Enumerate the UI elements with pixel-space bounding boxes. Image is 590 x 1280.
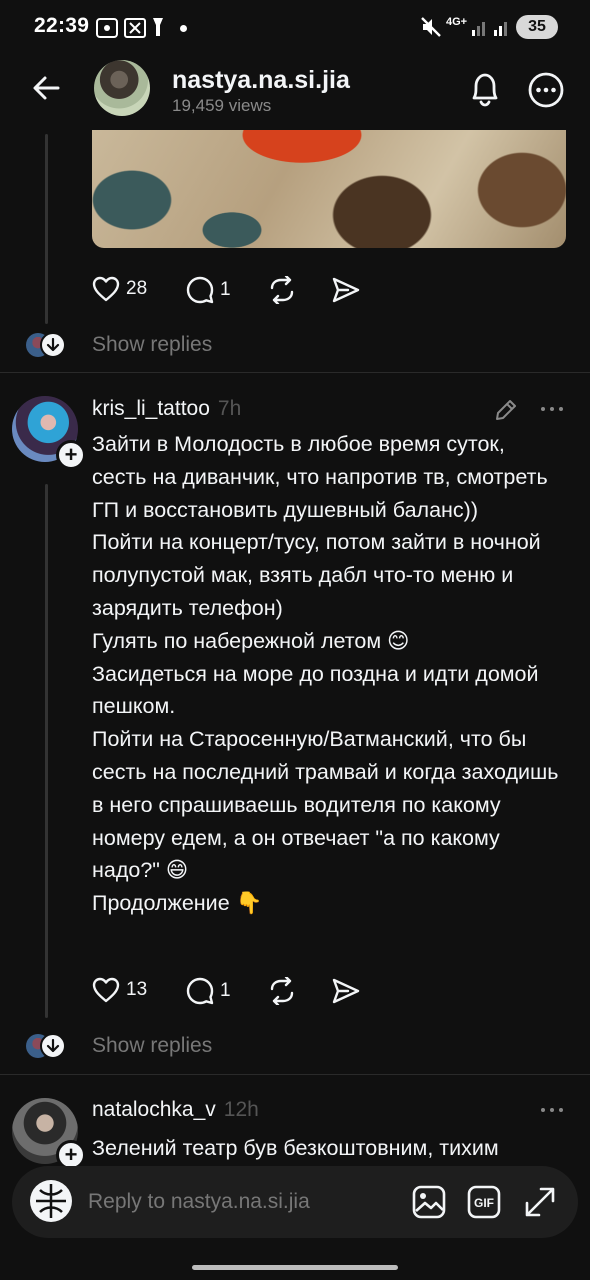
down-arrow-icon: [40, 332, 66, 358]
screenshot-icon: [96, 18, 118, 38]
more-icon[interactable]: [527, 71, 565, 109]
repost-icon[interactable]: [268, 977, 296, 1005]
follow-plus-button[interactable]: +: [56, 440, 86, 470]
back-arrow-icon[interactable]: [30, 72, 62, 104]
like-button[interactable]: 28: [92, 276, 147, 302]
plus-icon: +: [64, 442, 78, 467]
bell-icon[interactable]: [468, 71, 502, 107]
status-time: 22:39: [34, 14, 90, 37]
like-count: 13: [126, 979, 148, 1000]
comment-more-icon[interactable]: [541, 407, 563, 411]
network-label: 4G+: [446, 16, 468, 28]
like-button[interactable]: 13: [92, 977, 147, 1003]
like-count: 28: [126, 278, 148, 299]
comment-button[interactable]: 1: [186, 276, 231, 304]
svg-text:GIF: GIF: [474, 1196, 494, 1210]
send-icon[interactable]: [332, 978, 360, 1004]
repost-icon[interactable]: [268, 276, 296, 304]
post-image[interactable]: [92, 130, 566, 248]
comment-header: kris_li_tattoo 7h: [92, 397, 241, 421]
scissors-icon: [124, 18, 146, 38]
show-replies-link[interactable]: Show replies: [92, 333, 212, 357]
profile-avatar[interactable]: [94, 60, 150, 116]
reply-count: 1: [220, 980, 231, 1001]
heart-icon: [92, 276, 120, 302]
battery-level: 35: [528, 18, 546, 35]
comment-username[interactable]: natalochka_v: [92, 1098, 216, 1122]
plus-icon: +: [64, 1142, 78, 1167]
divider: [0, 1074, 590, 1075]
home-indicator[interactable]: [192, 1265, 398, 1270]
reply-count: 1: [220, 279, 231, 300]
comment-button[interactable]: 1: [186, 977, 231, 1005]
comment-time: 12h: [223, 1098, 259, 1121]
gif-icon[interactable]: GIF: [467, 1185, 501, 1219]
image-icon[interactable]: [412, 1185, 446, 1219]
comment-text: Зайти в Молодость в любое время суток, с…: [92, 432, 559, 916]
comment-icon: [186, 977, 214, 1005]
thread-line: [45, 134, 48, 324]
comment-text: Зелений театр був безкоштовним, тихим: [92, 1136, 499, 1160]
status-bar: 22:39 4G+ 35: [0, 0, 590, 58]
mute-icon: [420, 16, 442, 38]
comment-icon: [186, 276, 214, 304]
header-username[interactable]: nastya.na.si.jia: [172, 66, 350, 95]
edit-icon[interactable]: [493, 397, 519, 423]
heart-icon: [92, 977, 120, 1003]
battery-indicator: 35: [516, 15, 558, 39]
dot-icon: [180, 25, 187, 32]
comment-username[interactable]: kris_li_tattoo: [92, 397, 210, 421]
signal-icon: [470, 16, 514, 38]
comment-time: 7h: [217, 397, 242, 420]
expand-icon[interactable]: [523, 1185, 557, 1219]
comment-more-icon[interactable]: [541, 1108, 563, 1112]
show-replies-link[interactable]: Show replies: [92, 1034, 212, 1058]
send-icon[interactable]: [332, 277, 360, 303]
thread-line: [45, 484, 48, 1018]
down-arrow-icon: [40, 1033, 66, 1059]
flashlight-icon: [152, 16, 164, 38]
header-views: 19,459 views: [172, 96, 272, 115]
divider: [0, 372, 590, 373]
reply-input[interactable]: Reply to nastya.na.si.jia: [88, 1190, 310, 1214]
reply-avatar: [30, 1180, 72, 1222]
comment-header: natalochka_v 12h: [92, 1098, 259, 1122]
